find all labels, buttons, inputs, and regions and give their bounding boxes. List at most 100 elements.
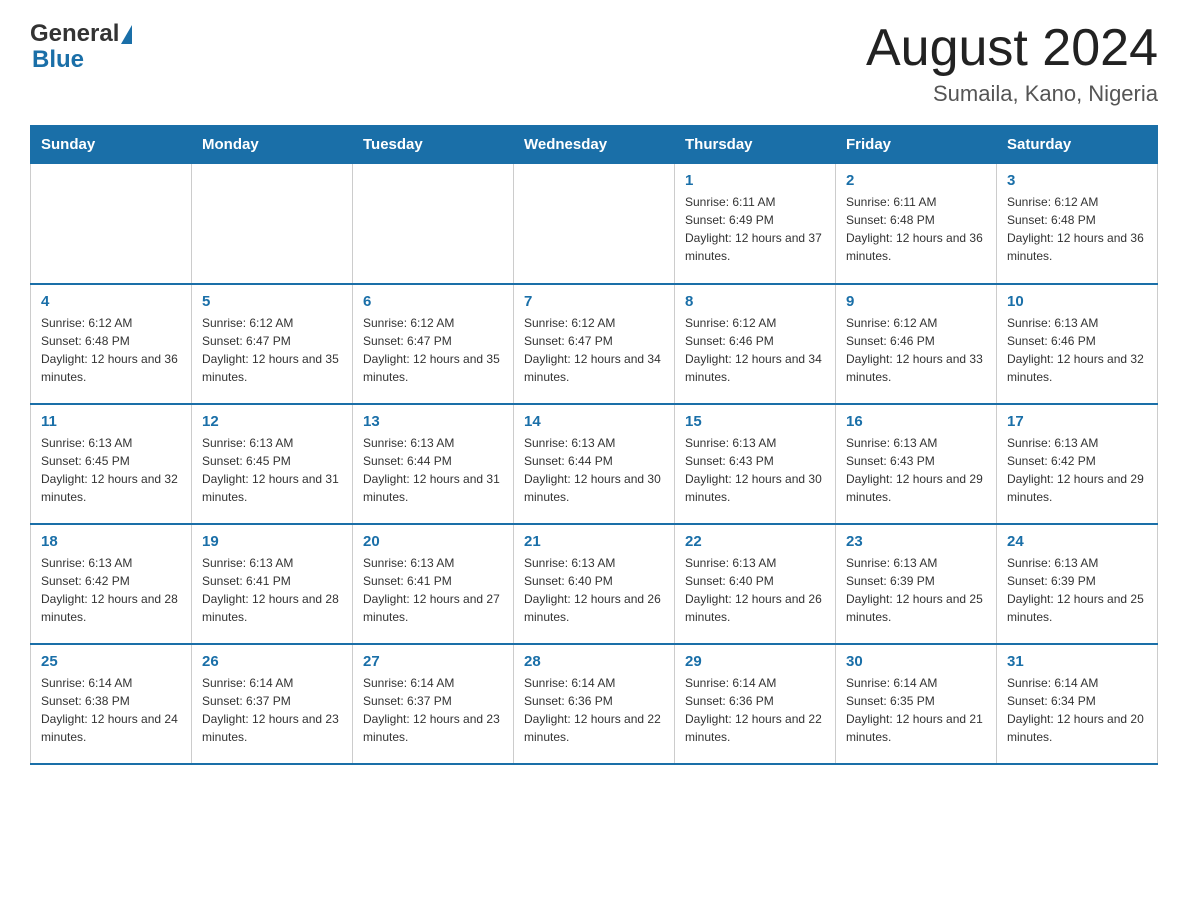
calendar-week-row: 4 Sunrise: 6:12 AMSunset: 6:48 PMDaylight… [31, 284, 1158, 404]
day-number: 16 [846, 413, 986, 430]
day-number: 15 [685, 413, 825, 430]
day-info: Sunrise: 6:12 AMSunset: 6:46 PMDaylight:… [846, 314, 986, 386]
day-info: Sunrise: 6:14 AMSunset: 6:34 PMDaylight:… [1007, 674, 1147, 746]
day-info: Sunrise: 6:12 AMSunset: 6:47 PMDaylight:… [524, 314, 664, 386]
col-header-monday: Monday [192, 126, 353, 164]
calendar-day-20: 20 Sunrise: 6:13 AMSunset: 6:41 PMDayligh… [353, 524, 514, 644]
calendar-week-row: 11 Sunrise: 6:13 AMSunset: 6:45 PMDayligh… [31, 404, 1158, 524]
calendar-day-11: 11Sunrise: 6:13 AMSunset: 6:45 PMDayligh… [31, 404, 192, 524]
calendar-day-5: 5 Sunrise: 6:12 AMSunset: 6:47 PMDaylight… [192, 284, 353, 404]
day-info: Sunrise: 6:13 AMSunset: 6:46 PMDaylight:… [1007, 314, 1147, 386]
calendar-day-28: 28 Sunrise: 6:14 AMSunset: 6:36 PMDayligh… [514, 644, 675, 764]
day-info: Sunrise: 6:13 AMSunset: 6:42 PMDaylight:… [1007, 434, 1147, 506]
day-number: 10 [1007, 293, 1147, 310]
calendar-day-31: 31Sunrise: 6:14 AMSunset: 6:34 PMDayligh… [997, 644, 1158, 764]
col-header-saturday: Saturday [997, 126, 1158, 164]
day-info: Sunrise: 6:13 AMSunset: 6:39 PMDaylight:… [846, 554, 986, 626]
day-info: Sunrise: 6:13 AMSunset: 6:43 PMDaylight:… [846, 434, 986, 506]
day-number: 25 [41, 653, 181, 670]
day-number: 22 [685, 533, 825, 550]
day-info: Sunrise: 6:13 AMSunset: 6:41 PMDaylight:… [363, 554, 503, 626]
calendar-day-1: 1 Sunrise: 6:11 AMSunset: 6:49 PMDaylight… [675, 164, 836, 284]
calendar-header-row: SundayMondayTuesdayWednesdayThursdayFrid… [31, 126, 1158, 164]
calendar-week-row: 18 Sunrise: 6:13 AMSunset: 6:42 PMDayligh… [31, 524, 1158, 644]
day-number: 30 [846, 653, 986, 670]
logo-general-text: General [30, 20, 119, 48]
calendar-day-12: 12 Sunrise: 6:13 AMSunset: 6:45 PMDayligh… [192, 404, 353, 524]
calendar-day-19: 19 Sunrise: 6:13 AMSunset: 6:41 PMDayligh… [192, 524, 353, 644]
calendar-empty-cell [514, 164, 675, 284]
day-number: 20 [363, 533, 503, 550]
day-info: Sunrise: 6:12 AMSunset: 6:47 PMDaylight:… [202, 314, 342, 386]
logo-blue-text: Blue [32, 46, 84, 73]
day-number: 18 [41, 533, 181, 550]
day-number: 14 [524, 413, 664, 430]
day-info: Sunrise: 6:14 AMSunset: 6:36 PMDaylight:… [524, 674, 664, 746]
day-number: 27 [363, 653, 503, 670]
day-number: 5 [202, 293, 342, 310]
calendar-table: SundayMondayTuesdayWednesdayThursdayFrid… [30, 125, 1158, 765]
calendar-day-21: 21Sunrise: 6:13 AMSunset: 6:40 PMDayligh… [514, 524, 675, 644]
calendar-day-18: 18 Sunrise: 6:13 AMSunset: 6:42 PMDayligh… [31, 524, 192, 644]
day-info: Sunrise: 6:13 AMSunset: 6:42 PMDaylight:… [41, 554, 181, 626]
calendar-day-6: 6 Sunrise: 6:12 AMSunset: 6:47 PMDaylight… [353, 284, 514, 404]
calendar-day-30: 30Sunrise: 6:14 AMSunset: 6:35 PMDayligh… [836, 644, 997, 764]
calendar-day-2: 2 Sunrise: 6:11 AMSunset: 6:48 PMDaylight… [836, 164, 997, 284]
day-number: 8 [685, 293, 825, 310]
day-number: 6 [363, 293, 503, 310]
day-number: 26 [202, 653, 342, 670]
calendar-day-17: 17Sunrise: 6:13 AMSunset: 6:42 PMDayligh… [997, 404, 1158, 524]
col-header-tuesday: Tuesday [353, 126, 514, 164]
col-header-thursday: Thursday [675, 126, 836, 164]
day-info: Sunrise: 6:13 AMSunset: 6:44 PMDaylight:… [524, 434, 664, 506]
day-info: Sunrise: 6:11 AMSunset: 6:48 PMDaylight:… [846, 193, 986, 265]
calendar-day-8: 8Sunrise: 6:12 AMSunset: 6:46 PMDaylight… [675, 284, 836, 404]
day-number: 11 [41, 413, 181, 430]
calendar-day-10: 10 Sunrise: 6:13 AMSunset: 6:46 PMDayligh… [997, 284, 1158, 404]
calendar-day-29: 29 Sunrise: 6:14 AMSunset: 6:36 PMDayligh… [675, 644, 836, 764]
day-number: 19 [202, 533, 342, 550]
day-info: Sunrise: 6:12 AMSunset: 6:48 PMDaylight:… [1007, 193, 1147, 265]
day-info: Sunrise: 6:12 AMSunset: 6:47 PMDaylight:… [363, 314, 503, 386]
logo-triangle-icon [121, 25, 132, 44]
day-number: 3 [1007, 172, 1147, 189]
day-info: Sunrise: 6:13 AMSunset: 6:45 PMDaylight:… [202, 434, 342, 506]
day-number: 1 [685, 172, 825, 189]
calendar-day-27: 27 Sunrise: 6:14 AMSunset: 6:37 PMDayligh… [353, 644, 514, 764]
location: Sumaila, Kano, Nigeria [866, 81, 1158, 107]
day-info: Sunrise: 6:11 AMSunset: 6:49 PMDaylight:… [685, 193, 825, 265]
day-number: 7 [524, 293, 664, 310]
day-info: Sunrise: 6:13 AMSunset: 6:43 PMDaylight:… [685, 434, 825, 506]
calendar-day-24: 24 Sunrise: 6:13 AMSunset: 6:39 PMDayligh… [997, 524, 1158, 644]
day-info: Sunrise: 6:14 AMSunset: 6:36 PMDaylight:… [685, 674, 825, 746]
day-number: 24 [1007, 533, 1147, 550]
day-info: Sunrise: 6:12 AMSunset: 6:48 PMDaylight:… [41, 314, 181, 386]
day-number: 23 [846, 533, 986, 550]
calendar-day-23: 23 Sunrise: 6:13 AMSunset: 6:39 PMDayligh… [836, 524, 997, 644]
month-year: August 2024 [866, 20, 1158, 77]
calendar-day-7: 7 Sunrise: 6:12 AMSunset: 6:47 PMDaylight… [514, 284, 675, 404]
day-number: 29 [685, 653, 825, 670]
day-number: 12 [202, 413, 342, 430]
day-number: 13 [363, 413, 503, 430]
day-number: 28 [524, 653, 664, 670]
day-info: Sunrise: 6:14 AMSunset: 6:37 PMDaylight:… [363, 674, 503, 746]
calendar-day-16: 16 Sunrise: 6:13 AMSunset: 6:43 PMDayligh… [836, 404, 997, 524]
calendar-day-22: 22 Sunrise: 6:13 AMSunset: 6:40 PMDayligh… [675, 524, 836, 644]
calendar-day-3: 3 Sunrise: 6:12 AMSunset: 6:48 PMDaylight… [997, 164, 1158, 284]
logo: General Blue [30, 20, 133, 74]
col-header-sunday: Sunday [31, 126, 192, 164]
day-info: Sunrise: 6:13 AMSunset: 6:41 PMDaylight:… [202, 554, 342, 626]
calendar-day-4: 4 Sunrise: 6:12 AMSunset: 6:48 PMDaylight… [31, 284, 192, 404]
day-info: Sunrise: 6:13 AMSunset: 6:39 PMDaylight:… [1007, 554, 1147, 626]
calendar-week-row: 25Sunrise: 6:14 AMSunset: 6:38 PMDayligh… [31, 644, 1158, 764]
day-number: 2 [846, 172, 986, 189]
day-info: Sunrise: 6:14 AMSunset: 6:37 PMDaylight:… [202, 674, 342, 746]
day-info: Sunrise: 6:13 AMSunset: 6:40 PMDaylight:… [685, 554, 825, 626]
page-header: General Blue August 2024 Sumaila, Kano, … [30, 20, 1158, 107]
month-title: August 2024 Sumaila, Kano, Nigeria [866, 20, 1158, 107]
calendar-day-25: 25Sunrise: 6:14 AMSunset: 6:38 PMDayligh… [31, 644, 192, 764]
day-number: 4 [41, 293, 181, 310]
calendar-empty-cell [353, 164, 514, 284]
calendar-day-26: 26 Sunrise: 6:14 AMSunset: 6:37 PMDayligh… [192, 644, 353, 764]
